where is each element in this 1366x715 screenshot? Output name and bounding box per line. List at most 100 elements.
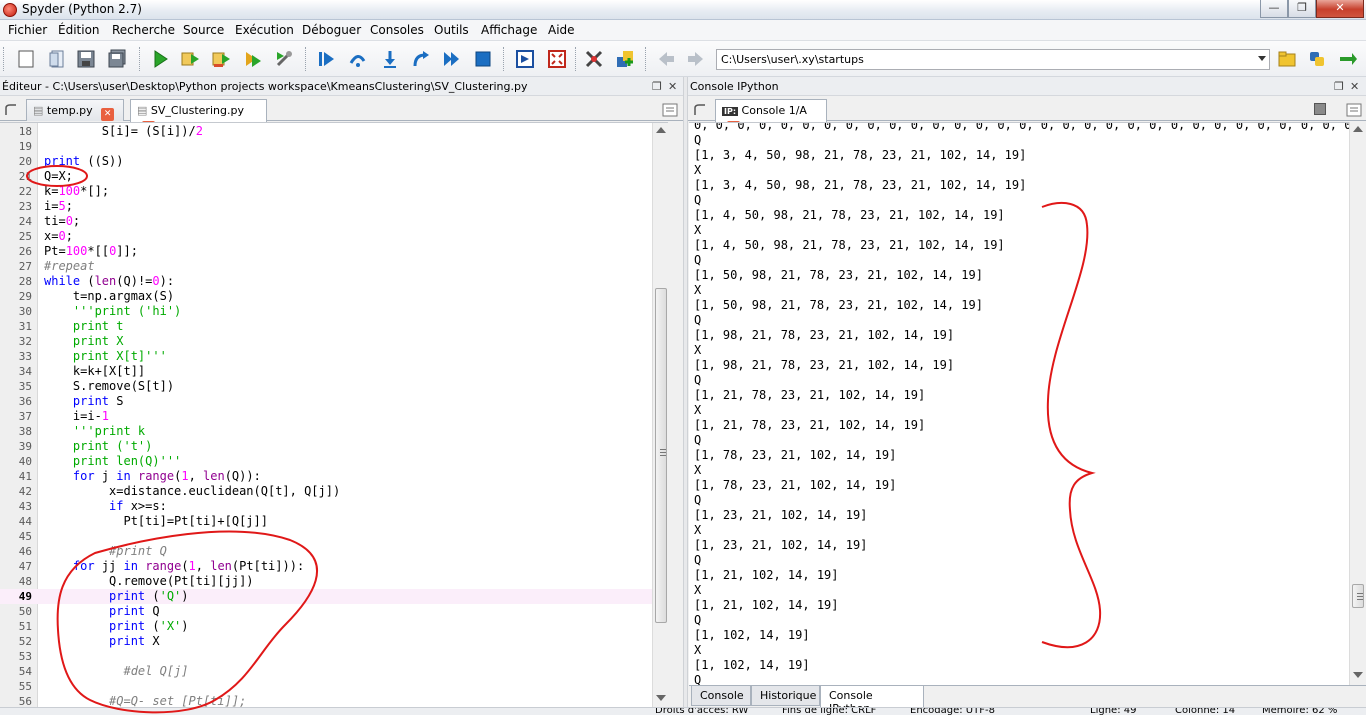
- run-cell-advance-icon[interactable]: [211, 49, 231, 69]
- console-scroll-thumb[interactable]: [1352, 584, 1364, 608]
- code-line[interactable]: 23 i=5;: [0, 199, 652, 214]
- undock-pane-icon[interactable]: ❐: [652, 80, 662, 93]
- stop-debug-icon[interactable]: [473, 49, 493, 69]
- file-switcher-icon[interactable]: [4, 103, 18, 117]
- menu-execution[interactable]: Exécution: [235, 23, 294, 37]
- close-pane-icon[interactable]: ✕: [668, 80, 677, 93]
- code-line[interactable]: 38 '''print k: [0, 424, 652, 439]
- menu-deboguer[interactable]: Déboguer: [302, 23, 361, 37]
- code-line[interactable]: 42 x=distance.euclidean(Q[t], Q[j]): [0, 484, 652, 499]
- step-into-icon[interactable]: [380, 49, 400, 69]
- tab-console[interactable]: Console: [691, 686, 751, 706]
- console-options-icon[interactable]: [1346, 103, 1362, 117]
- menu-source[interactable]: Source: [183, 23, 224, 37]
- code-line[interactable]: 44 Pt[ti]=Pt[ti]+[Q[j]]: [0, 514, 652, 529]
- maximize-pane-icon[interactable]: [515, 49, 535, 69]
- scroll-down-arrow-icon[interactable]: [656, 695, 666, 701]
- code-line[interactable]: 26 Pt=100*[[0]];: [0, 244, 652, 259]
- open-file-icon[interactable]: [47, 49, 67, 69]
- save-icon[interactable]: [76, 49, 96, 69]
- code-line[interactable]: 49 print ('Q'): [0, 589, 652, 604]
- code-line[interactable]: 54 #del Q[j]: [0, 664, 652, 679]
- console-switcher-icon[interactable]: [693, 103, 707, 117]
- step-return-icon[interactable]: [411, 49, 431, 69]
- tab-console-1a[interactable]: IP: Console 1/A ✕: [715, 99, 827, 134]
- ipython-console-output[interactable]: 0, 0, 0, 0, 0, 0, 0, 0, 0, 0, 0, 0, 0, 0…: [689, 122, 1349, 685]
- close-button[interactable]: ✕: [1316, 0, 1364, 18]
- run-config-icon[interactable]: [274, 49, 294, 69]
- run-cell-icon[interactable]: [180, 49, 200, 69]
- menu-fichier[interactable]: Fichier: [8, 23, 47, 37]
- scroll-down-arrow-icon[interactable]: [1353, 672, 1363, 678]
- tab-historique[interactable]: Historique: [751, 686, 820, 706]
- menu-aide[interactable]: Aide: [548, 23, 575, 37]
- tab-sv-clustering-py[interactable]: ▤ SV_Clustering.py ✕: [130, 99, 267, 134]
- editor-vertical-scrollbar[interactable]: [652, 123, 668, 707]
- python-logo-icon[interactable]: [1307, 49, 1327, 69]
- code-line[interactable]: 48 Q.remove(Pt[ti][jj]): [0, 574, 652, 589]
- code-line[interactable]: 21 Q=X;: [0, 169, 652, 184]
- code-line[interactable]: 46 #print Q: [0, 544, 652, 559]
- tab-options-icon[interactable]: [662, 103, 678, 117]
- code-line[interactable]: 53: [0, 649, 652, 664]
- code-line[interactable]: 45: [0, 529, 652, 544]
- tab-temp-py[interactable]: ▤ temp.py ✕: [26, 99, 124, 121]
- code-line[interactable]: 31 print t: [0, 319, 652, 334]
- browse-folder-icon[interactable]: [1277, 49, 1297, 69]
- code-line[interactable]: 27 #repeat: [0, 259, 652, 274]
- fullscreen-icon[interactable]: [547, 49, 567, 69]
- pythonpath-manager-icon[interactable]: [615, 49, 635, 69]
- minimize-button[interactable]: —: [1260, 0, 1288, 18]
- code-line[interactable]: 52 print X: [0, 634, 652, 649]
- menu-outils[interactable]: Outils: [434, 23, 469, 37]
- maximize-button[interactable]: ❐: [1288, 0, 1316, 18]
- sync-directory-icon[interactable]: [1338, 49, 1358, 69]
- code-line[interactable]: 50 print Q: [0, 604, 652, 619]
- code-line[interactable]: 33 print X[t]''': [0, 349, 652, 364]
- editor-scroll-thumb[interactable]: [655, 288, 667, 623]
- code-line[interactable]: 47 for jj in range(1, len(Pt[ti])):: [0, 559, 652, 574]
- code-line[interactable]: 41 for j in range(1, len(Q)):: [0, 469, 652, 484]
- spyder-app-icon[interactable]: [3, 3, 17, 17]
- menu-recherche[interactable]: Recherche: [112, 23, 175, 37]
- code-editor[interactable]: 18 S[i]= (S[i])/2 19 20 print ((S)) 21 Q=X; 22…: [0, 122, 668, 707]
- console-vertical-scrollbar[interactable]: [1349, 122, 1366, 685]
- code-line[interactable]: 24 ti=0;: [0, 214, 652, 229]
- step-over-icon[interactable]: [348, 49, 368, 69]
- code-line[interactable]: 30 '''print ('hi'): [0, 304, 652, 319]
- save-all-icon[interactable]: [107, 49, 127, 69]
- run-selection-icon[interactable]: [243, 49, 263, 69]
- code-line[interactable]: 32 print X: [0, 334, 652, 349]
- scroll-up-arrow-icon[interactable]: [1353, 126, 1363, 132]
- code-line[interactable]: 29 t=np.argmax(S): [0, 289, 652, 304]
- code-line[interactable]: 20 print ((S)): [0, 154, 652, 169]
- code-line[interactable]: 56 #Q=Q- set [Pt[ti]];: [0, 694, 652, 707]
- debug-icon[interactable]: [317, 49, 337, 69]
- menu-affichage[interactable]: Affichage: [481, 23, 537, 37]
- run-icon[interactable]: [150, 49, 170, 69]
- code-line[interactable]: 36 print S: [0, 394, 652, 409]
- code-line[interactable]: 22 k=100*[];: [0, 184, 652, 199]
- working-directory-input[interactable]: C:\Users\user\.xy\startups: [716, 49, 1270, 70]
- stop-kernel-icon[interactable]: [1314, 103, 1326, 115]
- tab-console-ipython[interactable]: Console IPython: [820, 686, 924, 715]
- code-line[interactable]: 51 print ('X'): [0, 619, 652, 634]
- code-line[interactable]: 55: [0, 679, 652, 694]
- menu-edition[interactable]: Édition: [58, 23, 100, 37]
- preferences-icon[interactable]: [584, 49, 604, 69]
- forward-arrow-icon[interactable]: [686, 49, 706, 69]
- undock-pane-icon[interactable]: ❐: [1334, 80, 1344, 93]
- chevron-down-icon[interactable]: [1258, 56, 1266, 61]
- code-line[interactable]: 35 S.remove(S[t]): [0, 379, 652, 394]
- code-line[interactable]: 39 print ('t'): [0, 439, 652, 454]
- close-pane-icon[interactable]: ✕: [1350, 80, 1359, 93]
- continue-icon[interactable]: [442, 49, 462, 69]
- code-line[interactable]: 37 i=i-1: [0, 409, 652, 424]
- code-line[interactable]: 43 if x>=s:: [0, 499, 652, 514]
- menu-consoles[interactable]: Consoles: [370, 23, 424, 37]
- code-line[interactable]: 28 while (len(Q)!=0):: [0, 274, 652, 289]
- back-arrow-icon[interactable]: [656, 49, 676, 69]
- code-line[interactable]: 18 S[i]= (S[i])/2: [0, 124, 652, 139]
- pane-splitter[interactable]: [683, 77, 688, 707]
- new-file-icon[interactable]: [16, 49, 36, 69]
